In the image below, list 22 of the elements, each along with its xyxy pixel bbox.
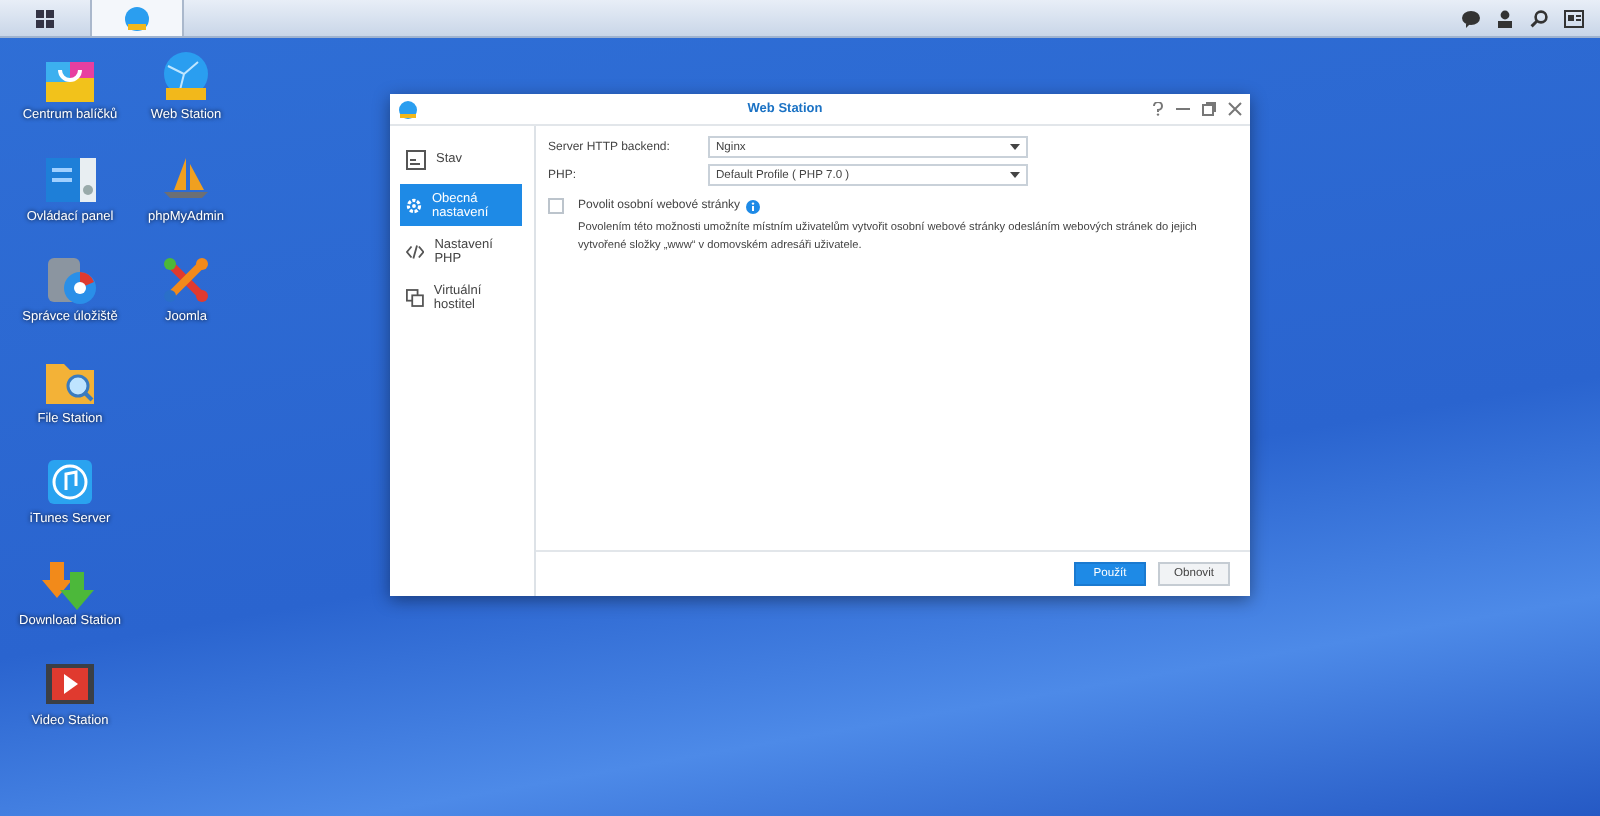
checkbox[interactable] [548,198,564,214]
widgets-icon[interactable] [1564,9,1584,27]
info-icon[interactable] [746,199,761,213]
globe-icon [398,99,418,119]
status-icon [406,149,426,169]
user-icon[interactable] [1496,9,1514,27]
minimize-icon[interactable] [1176,102,1190,116]
restore-icon[interactable] [1202,102,1216,116]
gear-icon [406,195,422,215]
globe-icon [158,50,214,106]
caret-icon [1010,172,1020,178]
joomla-logo-icon [158,252,214,308]
caret-icon [1010,144,1020,150]
chat-icon[interactable] [1462,9,1480,27]
windows-icon [406,287,424,307]
storage-icon [42,252,98,308]
grid-icon [36,9,54,27]
globe-icon [124,5,150,31]
help-icon[interactable] [1152,102,1164,116]
code-icon [406,241,425,261]
search-icon[interactable] [1530,9,1548,27]
close-icon[interactable] [1228,102,1242,116]
